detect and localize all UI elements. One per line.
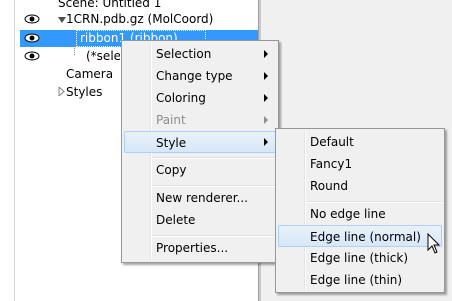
context-menu: Selection Change type Coloring Paint Sty… <box>121 40 279 263</box>
submenu-item-round[interactable]: Round <box>278 175 442 197</box>
expand-right-triangle-icon[interactable] <box>58 87 65 96</box>
tree-item-styles[interactable]: Styles <box>66 83 102 101</box>
tree-guide-line <box>14 0 15 301</box>
expand-down-triangle-icon[interactable] <box>58 16 66 24</box>
menu-item-paint: Paint <box>124 109 276 131</box>
menu-item-new-renderer[interactable]: New renderer... <box>124 187 276 209</box>
menu-item-style[interactable]: Style <box>124 131 276 153</box>
submenu-item-edge-line-thick[interactable]: Edge line (thick) <box>278 247 442 269</box>
visibility-eye-icon[interactable] <box>24 32 40 44</box>
submenu-item-edge-line-normal[interactable]: Edge line (normal) <box>278 225 442 247</box>
tree-item-selection[interactable]: (*selection) <box>86 47 120 65</box>
tree-item-molecule[interactable]: 1CRN.pdb.gz (MolCoord) <box>66 10 213 28</box>
submenu-arrow-icon <box>264 138 268 146</box>
tree-connector <box>74 45 76 55</box>
submenu-arrow-icon <box>264 116 268 124</box>
menu-item-selection[interactable]: Selection <box>124 43 276 65</box>
submenu-arrow-icon <box>264 94 268 102</box>
menu-item-change-type[interactable]: Change type <box>124 65 276 87</box>
submenu-item-no-edge-line[interactable]: No edge line <box>278 203 442 225</box>
menu-item-coloring[interactable]: Coloring <box>124 87 276 109</box>
submenu-arrow-icon <box>264 50 268 58</box>
mouse-cursor-icon <box>427 233 441 254</box>
style-submenu: Default Fancy1 Round No edge line Edge l… <box>275 128 445 293</box>
visibility-eye-icon[interactable] <box>24 50 40 62</box>
visibility-eye-icon[interactable] <box>24 13 40 25</box>
submenu-arrow-icon <box>264 72 268 80</box>
tree-item-camera[interactable]: Camera <box>66 65 113 83</box>
submenu-item-edge-line-thin[interactable]: Edge line (thin) <box>278 269 442 291</box>
menu-item-properties[interactable]: Properties... <box>124 237 276 259</box>
submenu-item-default[interactable]: Default <box>278 131 442 153</box>
submenu-item-fancy1[interactable]: Fancy1 <box>278 153 442 175</box>
menu-item-copy[interactable]: Copy <box>124 159 276 181</box>
menu-item-delete[interactable]: Delete <box>124 209 276 231</box>
